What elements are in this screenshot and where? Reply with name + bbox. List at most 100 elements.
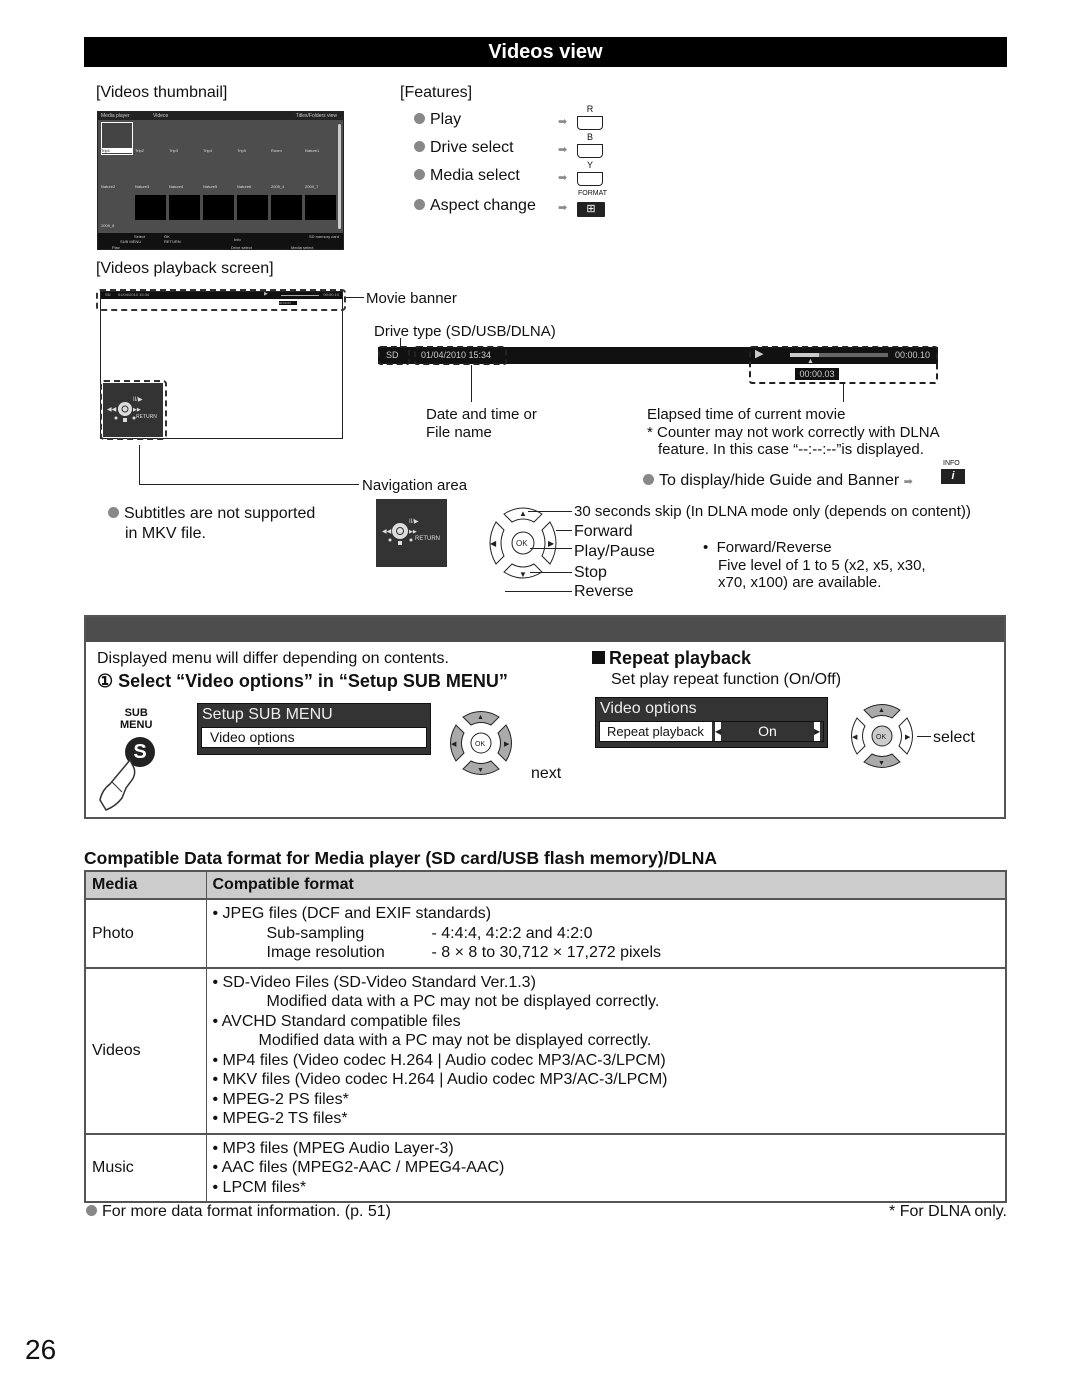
callout-drive-type: Drive type (SD/USB/DLNA) — [374, 323, 556, 340]
leader-line — [530, 572, 572, 573]
arrow-icon: ➡ — [558, 172, 568, 184]
thumbnail-label-item[interactable]: Trip3 — [169, 148, 178, 153]
header-left: Media player — [101, 113, 130, 119]
sub-key: Sub-sampling — [266, 924, 365, 942]
repeat-item-label: Repeat playback — [607, 724, 704, 739]
callout-datetime-1: Date and time or — [426, 406, 537, 423]
banner-datetime: 01/04/2010 15:34 — [421, 350, 492, 360]
footer-return: RETURN — [164, 239, 181, 244]
video-formats: • SD-Video Files (SD-Video Standard Ver.… — [205, 966, 1007, 1134]
progress-marker-icon: ▲ — [807, 358, 814, 365]
media-videos: Videos — [84, 966, 207, 1134]
table-row: Photo • JPEG files (DCF and EXIF standar… — [84, 898, 1007, 968]
scrollbar[interactable] — [338, 124, 341, 229]
more-info-note: For more data format information. (p. 51… — [86, 1202, 391, 1221]
thumbnail-label-item[interactable]: Trip2 — [135, 148, 144, 153]
right-arrow-icon[interactable]: ▶ — [814, 722, 820, 741]
section-title: Videos view — [84, 37, 1007, 67]
sub-value: - 8 × 8 to 30,712 × 17,272 pixels — [431, 944, 662, 961]
thumbnail-footer: Select OK SUB MENU RETURN Info SD memory… — [98, 233, 343, 250]
control-right: Forward — [574, 523, 633, 540]
repeat-playback-option[interactable]: Repeat playback ◀ On ▶ — [599, 721, 824, 742]
bullet-icon — [108, 507, 119, 518]
thumbnail-label-item[interactable]: Nature2 — [101, 184, 115, 189]
thumbnail-image[interactable] — [237, 195, 268, 220]
callout-elapsed: Elapsed time of current movie — [647, 406, 846, 423]
leader-line — [471, 365, 472, 402]
thumbnail-header: Media player Videos Titles/Folders view — [98, 112, 343, 120]
dpad-icon[interactable]: OK ▲ ▼ ◀ ▶ — [444, 705, 518, 781]
thumbnail-label-item[interactable]: 2009_7 — [305, 184, 318, 189]
svg-text:◀: ◀ — [451, 741, 457, 748]
thumbnail-label-item[interactable]: Trip4 — [203, 148, 212, 153]
yellow-button-icon[interactable] — [577, 172, 603, 186]
control-down: Stop — [574, 564, 607, 581]
repeat-item-value: On — [758, 723, 777, 739]
format-line: • MP4 files (Video codec H.264 | Audio c… — [212, 1051, 666, 1069]
thumbnail-label-item[interactable]: Trip5 — [237, 148, 246, 153]
features-label: [Features] — [400, 84, 473, 101]
value-selector[interactable]: ◀ On ▶ — [712, 722, 823, 741]
menu-item-video-options[interactable]: Video options — [201, 727, 427, 748]
feature-item: Aspect change — [414, 197, 536, 215]
thumbnail-image[interactable] — [135, 195, 166, 220]
thumbnail-label-item[interactable]: Nature5 — [203, 184, 217, 189]
subtitle-note: Subtitles are not supported — [108, 504, 315, 523]
media-music: Music — [84, 1132, 207, 1203]
thumbnail-image[interactable] — [305, 195, 336, 220]
more-info-text[interactable]: For more data format information. (p. 51… — [102, 1203, 391, 1220]
format-subline: Sub-sampling - 4:4:4, 4:2:2 and 4:2:0 — [213, 924, 1000, 944]
info-button-icon[interactable]: i — [941, 469, 965, 484]
svg-text:▶: ▶ — [548, 539, 555, 548]
key-label: B — [586, 132, 593, 142]
thumbnail-image[interactable] — [169, 195, 200, 220]
thumbnail-image[interactable] — [271, 195, 302, 220]
thumbnail-label-item[interactable]: Room — [271, 148, 282, 153]
svg-text:▼: ▼ — [477, 767, 484, 774]
sub-menu-key-label: SUB MENU — [120, 707, 152, 731]
leader-line — [530, 548, 572, 549]
progress-fill — [790, 353, 820, 357]
feature-label: Play — [430, 111, 462, 128]
header-mid: Videos — [153, 113, 169, 119]
table-row: Videos • SD-Video Files (SD-Video Standa… — [84, 966, 1007, 1134]
format-line: • LPCM files* — [212, 1178, 307, 1196]
thumbnail-label-item[interactable]: 2009_8 — [101, 223, 114, 228]
thumbnail-label-item[interactable]: Trip1 — [101, 148, 133, 153]
footer-sub-menu: SUB MENU — [120, 239, 142, 244]
leader-line — [917, 736, 931, 737]
navigation-highlight — [100, 380, 167, 440]
svg-text:II/▶: II/▶ — [409, 519, 419, 525]
ff-note-1: Five level of 1 to 5 (x2, x5, x30, — [718, 557, 926, 574]
blue-button-icon[interactable] — [577, 144, 603, 158]
dpad-icon[interactable]: OK ▲ ▼ ◀ ▶ — [482, 500, 564, 586]
footer-media-select: Media select — [291, 245, 314, 250]
red-button-icon[interactable] — [577, 116, 603, 130]
thumbnail-label-item[interactable]: Nature6 — [237, 184, 251, 189]
svg-text:▶: ▶ — [905, 734, 911, 741]
thumbnail-label-item[interactable]: 2009_4 — [271, 184, 284, 189]
sub-menu-key-label-2: MENU — [120, 719, 153, 731]
thumbnail-label-item[interactable]: Nature1 — [305, 148, 319, 153]
navigation-guide: ◀◀ ▶▶ II/▶ RETURN — [376, 499, 447, 567]
ff-note-2: x70, x100) are available. — [718, 574, 882, 591]
thumbnail-label-item[interactable]: Nature4 — [169, 184, 183, 189]
thumbnail-image[interactable] — [203, 195, 234, 220]
svg-text:◀: ◀ — [490, 539, 497, 548]
dpad-icon[interactable]: OK ▲ ▼ ◀ ▶ — [845, 698, 919, 774]
svg-text:▶: ▶ — [504, 741, 510, 748]
control-up: 30 seconds skip (In DLNA mode only (depe… — [574, 503, 971, 520]
repeat-heading: Repeat playback — [592, 648, 751, 669]
sub-menu-key-label-1: SUB — [124, 707, 148, 719]
format-button-icon[interactable]: ⊞ — [577, 202, 605, 217]
leader-line — [528, 511, 572, 512]
leader-line — [556, 530, 572, 531]
svg-text:▶▶: ▶▶ — [409, 529, 417, 535]
svg-text:▲: ▲ — [519, 509, 527, 518]
format-line: • JPEG files (DCF and EXIF standards) — [212, 905, 492, 922]
page-number: 26 — [25, 1334, 57, 1365]
svg-text:▲: ▲ — [878, 707, 885, 714]
thumbnail-label: [Videos thumbnail] — [96, 84, 228, 101]
thumbnail-label-item[interactable]: Nature3 — [135, 184, 149, 189]
control-left: Reverse — [574, 583, 634, 600]
